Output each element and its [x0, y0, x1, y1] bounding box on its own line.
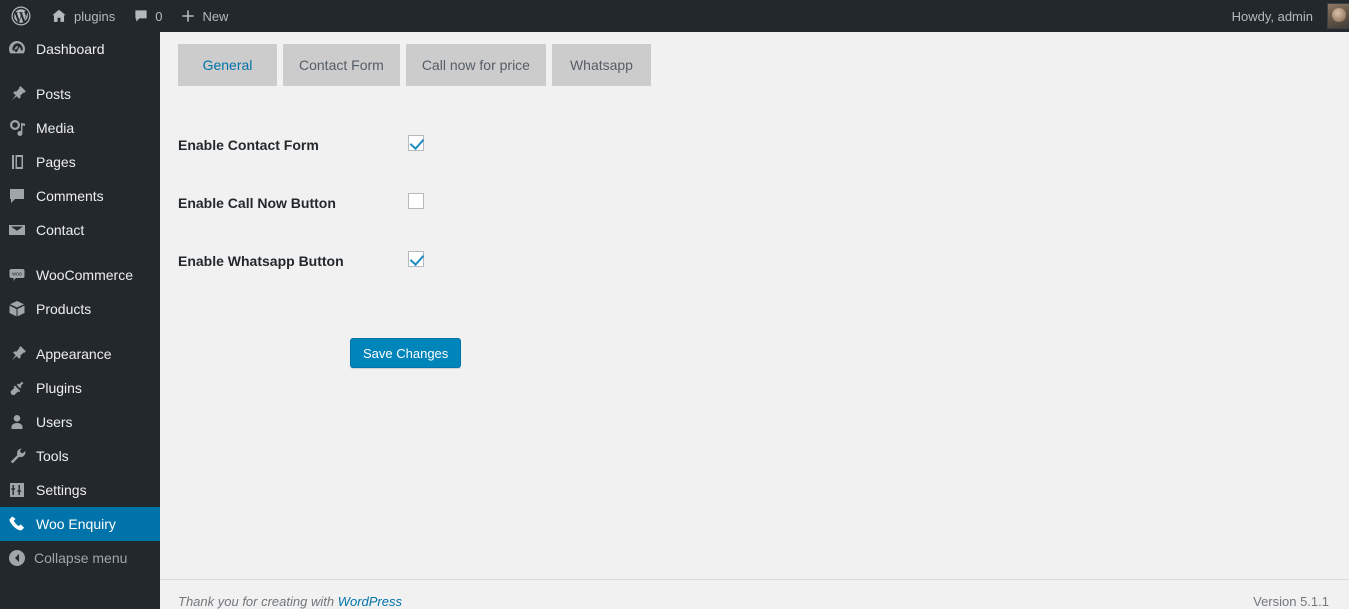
admin-sidebar-menu: Dashboard Posts Media Pages Comments Contact w… — [0, 32, 168, 609]
sidebar-item-tools[interactable]: Tools — [0, 439, 160, 473]
settings-tab-bar: General Contact Form Call now for price Wha… — [178, 44, 651, 86]
footer-version: Version 5.1.1 — [1253, 594, 1329, 609]
enable-contact-form-checkbox[interactable] — [408, 134, 424, 151]
sidebar-item-appearance[interactable]: Appearance — [0, 337, 160, 371]
sidebar-item-label: Media — [36, 120, 75, 136]
submit-area: Save Changes — [350, 338, 462, 368]
enable-whatsapp-button-label: Enable Whatsapp Button — [178, 253, 344, 269]
sidebar-item-settings[interactable]: Settings — [0, 473, 160, 507]
admin-bar-right: Howdy, admin — [1223, 0, 1349, 32]
sidebar-item-label: WooCommerce — [36, 267, 133, 283]
plug-icon — [0, 378, 34, 398]
sidebar-item-woocommerce[interactable]: woo WooCommerce — [0, 258, 160, 292]
collapse-menu-label: Collapse menu — [34, 550, 128, 566]
sidebar-item-label: Pages — [36, 154, 76, 170]
sidebar-item-products[interactable]: Products — [0, 292, 160, 326]
wordpress-link[interactable]: WordPress — [338, 594, 402, 609]
settings-row: Enable Call Now Button — [178, 186, 878, 244]
wrench-icon — [0, 446, 34, 466]
site-name-menu[interactable]: plugins — [41, 0, 124, 32]
user-icon — [0, 412, 34, 432]
home-icon — [50, 7, 68, 25]
sidebar-item-label: Contact — [36, 222, 85, 238]
howdy-label: Howdy, admin — [1231, 8, 1313, 24]
sidebar-separator — [0, 326, 160, 337]
sidebar-item-label: Dashboard — [36, 41, 105, 57]
sidebar-item-label: Plugins — [36, 380, 82, 396]
sidebar-item-label: Appearance — [36, 346, 112, 362]
sidebar-item-label: Woo Enquiry — [36, 516, 116, 532]
settings-row: Enable Whatsapp Button — [178, 244, 878, 302]
enable-contact-form-label: Enable Contact Form — [178, 137, 319, 153]
enable-contact-form-field — [388, 128, 424, 152]
envelope-icon — [0, 220, 34, 240]
phone-icon — [0, 514, 34, 534]
sidebar-item-label: Products — [36, 301, 92, 317]
collapse-arrow-icon — [0, 548, 34, 568]
sidebar-item-woo-enquiry[interactable]: Woo Enquiry — [0, 507, 168, 541]
box-icon — [0, 299, 34, 319]
content-area: General Contact Form Call now for price Wha… — [160, 32, 1349, 609]
svg-text:woo: woo — [12, 272, 22, 278]
sidebar-item-label: Posts — [36, 86, 72, 102]
sidebar-item-label: Settings — [36, 482, 87, 498]
new-content-menu[interactable]: New — [171, 0, 237, 32]
sidebar-separator — [0, 66, 160, 77]
sidebar-item-users[interactable]: Users — [0, 405, 160, 439]
sliders-icon — [0, 480, 34, 500]
new-content-label: New — [202, 8, 229, 24]
admin-footer: Thank you for creating with WordPress Ve… — [160, 579, 1349, 609]
sidebar-item-label: Comments — [36, 188, 104, 204]
save-changes-button[interactable]: Save Changes — [350, 338, 462, 368]
collapse-menu-button[interactable]: Collapse menu — [0, 541, 160, 575]
sidebar-item-label: Tools — [36, 448, 69, 464]
paintbrush-icon — [0, 344, 34, 364]
footer-thanks-text: Thank you for creating with — [178, 594, 338, 609]
settings-form-table: Enable Contact Form Enable Call Now Butto… — [178, 128, 878, 302]
tab-general[interactable]: General — [178, 44, 277, 86]
avatar — [1327, 3, 1349, 29]
enable-whatsapp-button-checkbox[interactable] — [408, 250, 424, 267]
sidebar-item-label: Users — [36, 414, 73, 430]
sidebar-separator — [0, 247, 160, 258]
enable-whatsapp-button-field — [388, 244, 424, 268]
tab-contact-form[interactable]: Contact Form — [283, 44, 400, 86]
my-account-menu[interactable]: Howdy, admin — [1223, 0, 1349, 32]
sidebar-item-contact[interactable]: Contact — [0, 213, 160, 247]
sidebar-item-media[interactable]: Media — [0, 111, 160, 145]
enable-call-now-button-label: Enable Call Now Button — [178, 195, 336, 211]
tab-call-now-for-price[interactable]: Call now for price — [405, 44, 546, 86]
tab-whatsapp[interactable]: Whatsapp — [551, 44, 651, 86]
dashboard-icon — [0, 39, 34, 59]
comment-bubble-icon — [133, 8, 149, 24]
wp-logo-menu[interactable] — [0, 0, 41, 32]
settings-row: Enable Contact Form — [178, 128, 878, 186]
wordpress-logo-icon — [11, 6, 31, 26]
comments-menu[interactable]: 0 — [124, 0, 171, 32]
sidebar-item-comments[interactable]: Comments — [0, 179, 160, 213]
sidebar-item-dashboard[interactable]: Dashboard — [0, 32, 160, 66]
sidebar-item-plugins[interactable]: Plugins — [0, 371, 160, 405]
comment-bubble-icon — [0, 186, 34, 206]
sidebar-item-pages[interactable]: Pages — [0, 145, 160, 179]
sidebar-item-posts[interactable]: Posts — [0, 77, 160, 111]
plus-icon — [180, 8, 196, 24]
comments-count: 0 — [155, 8, 163, 24]
media-icon — [0, 118, 34, 138]
footer-thanks: Thank you for creating with WordPress — [178, 594, 402, 609]
site-name-label: plugins — [74, 8, 116, 24]
pages-icon — [0, 152, 34, 172]
woocommerce-icon: woo — [0, 265, 34, 285]
pin-icon — [0, 84, 34, 104]
enable-call-now-button-field — [388, 186, 424, 210]
enable-call-now-button-checkbox[interactable] — [408, 192, 424, 209]
admin-bar: plugins 0 New Howdy, admin — [0, 0, 1349, 32]
